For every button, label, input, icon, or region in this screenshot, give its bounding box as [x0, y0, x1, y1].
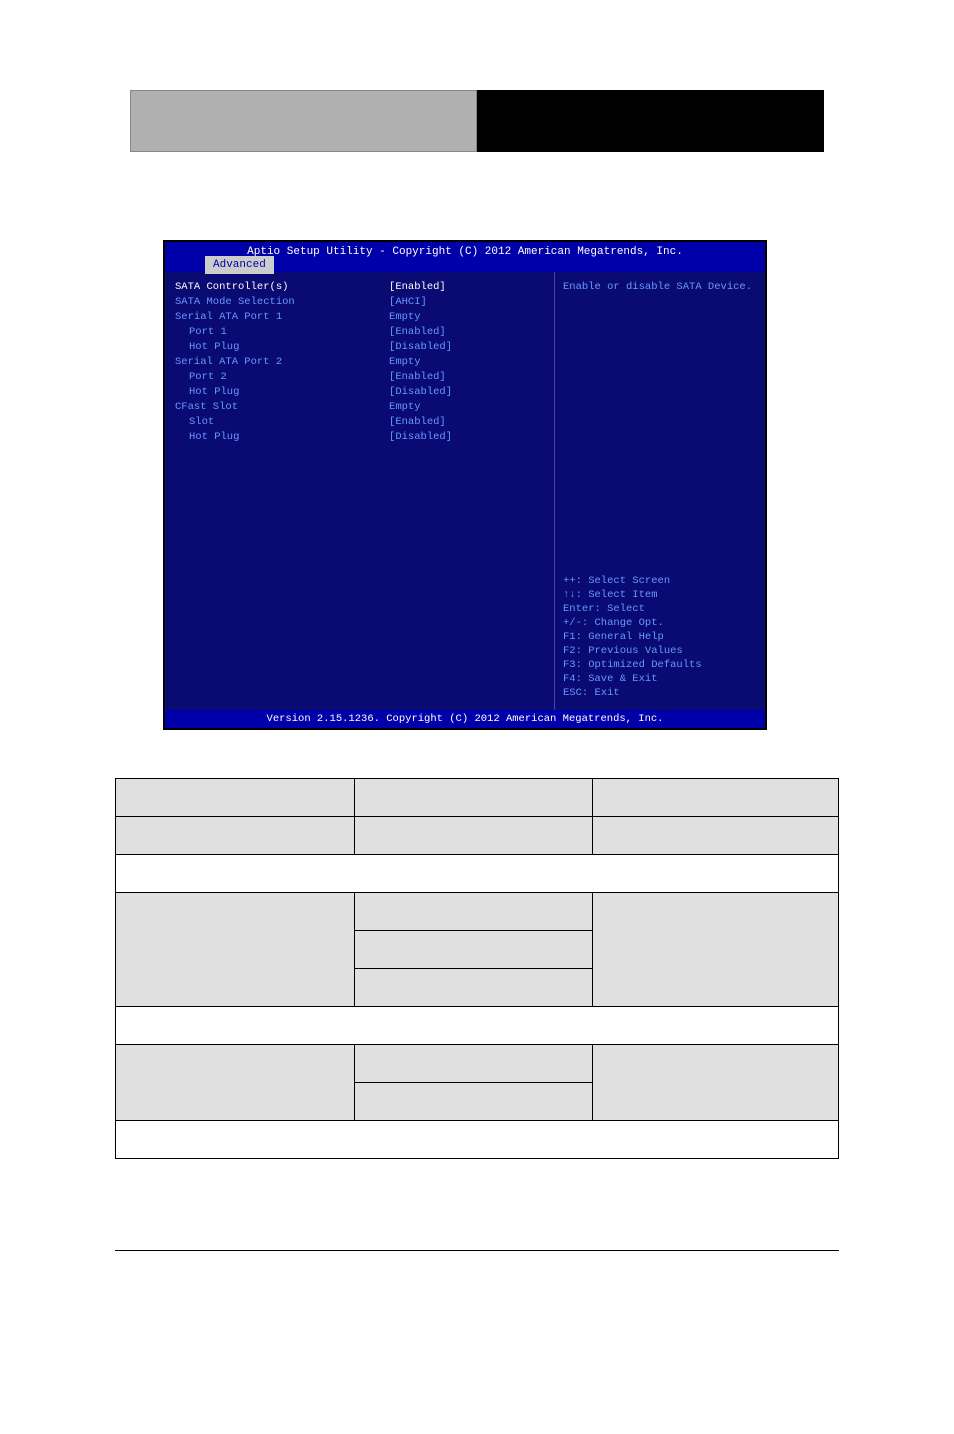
key-hint: ↑↓: Select Item	[563, 588, 757, 602]
setting-sata-port1: Serial ATA Port 1 Empty	[175, 310, 544, 325]
key-hint: Enter: Select	[563, 602, 757, 616]
table-row	[116, 855, 839, 893]
key-hint: F4: Save & Exit	[563, 672, 757, 686]
bios-body: SATA Controller(s) [Enabled] SATA Mode S…	[165, 272, 765, 710]
setting-label: Serial ATA Port 2	[175, 355, 389, 370]
setting-value: [Enabled]	[389, 325, 544, 340]
setting-value: Empty	[389, 310, 544, 325]
bios-footer: Version 2.15.1236. Copyright (C) 2012 Am…	[165, 710, 765, 728]
setting-sata-mode[interactable]: SATA Mode Selection [AHCI]	[175, 295, 544, 310]
table-row	[116, 1045, 839, 1083]
setting-sata-controllers[interactable]: SATA Controller(s) [Enabled]	[175, 280, 544, 295]
table-cell	[354, 779, 593, 817]
table-cell	[116, 1007, 839, 1045]
key-hint: ++: Select Screen	[563, 574, 757, 588]
setting-hotplug1[interactable]: Hot Plug [Disabled]	[175, 340, 544, 355]
setting-label: Port 1	[175, 325, 389, 340]
table-cell	[116, 1121, 839, 1159]
bios-tab-advanced[interactable]: Advanced	[205, 256, 274, 274]
table-row	[116, 1121, 839, 1159]
key-hint: F2: Previous Values	[563, 644, 757, 658]
table-cell	[593, 1045, 839, 1121]
setting-slot[interactable]: Slot [Enabled]	[175, 415, 544, 430]
table-row	[116, 893, 839, 931]
setting-label: CFast Slot	[175, 400, 389, 415]
setting-value: [Enabled]	[389, 415, 544, 430]
table-cell	[116, 855, 839, 893]
table-cell	[593, 817, 839, 855]
table-cell	[116, 779, 355, 817]
divider	[115, 1250, 839, 1251]
key-hint: F3: Optimized Defaults	[563, 658, 757, 672]
table-row	[116, 817, 839, 855]
header-right	[477, 90, 824, 152]
table-cell	[593, 779, 839, 817]
setting-value: [Enabled]	[389, 280, 544, 295]
setting-value: [AHCI]	[389, 295, 544, 310]
setting-sata-port2: Serial ATA Port 2 Empty	[175, 355, 544, 370]
setting-label: SATA Controller(s)	[175, 280, 389, 295]
setting-label: Hot Plug	[175, 340, 389, 355]
setting-value: Empty	[389, 355, 544, 370]
setting-label: Hot Plug	[175, 430, 389, 445]
key-hint: +/-: Change Opt.	[563, 616, 757, 630]
page-header	[130, 90, 824, 152]
table-cell	[354, 931, 593, 969]
setting-value: [Disabled]	[389, 385, 544, 400]
table-cell	[354, 1045, 593, 1083]
setting-value: Empty	[389, 400, 544, 415]
setting-label: Port 2	[175, 370, 389, 385]
setting-hotplug2[interactable]: Hot Plug [Disabled]	[175, 385, 544, 400]
table-cell	[354, 969, 593, 1007]
table-cell	[116, 893, 355, 1007]
setting-label: Serial ATA Port 1	[175, 310, 389, 325]
bios-help-panel: Enable or disable SATA Device. ++: Selec…	[555, 272, 765, 710]
table-cell	[116, 1045, 355, 1121]
setting-port2[interactable]: Port 2 [Enabled]	[175, 370, 544, 385]
table-cell	[354, 817, 593, 855]
header-left	[130, 90, 477, 152]
table-cell	[593, 893, 839, 1007]
setting-value: [Disabled]	[389, 430, 544, 445]
setting-port1[interactable]: Port 1 [Enabled]	[175, 325, 544, 340]
setting-hotplug3[interactable]: Hot Plug [Disabled]	[175, 430, 544, 445]
table-row	[116, 1007, 839, 1045]
bios-title-bar: Aptio Setup Utility - Copyright (C) 2012…	[165, 242, 765, 272]
setting-label: SATA Mode Selection	[175, 295, 389, 310]
setting-label: Slot	[175, 415, 389, 430]
table-cell	[116, 817, 355, 855]
table-cell	[354, 1083, 593, 1121]
bios-setup-screen: Aptio Setup Utility - Copyright (C) 2012…	[163, 240, 767, 730]
table-row	[116, 779, 839, 817]
setting-value: [Enabled]	[389, 370, 544, 385]
setting-cfast-slot: CFast Slot Empty	[175, 400, 544, 415]
table-cell	[354, 893, 593, 931]
setting-label: Hot Plug	[175, 385, 389, 400]
bios-settings-panel: SATA Controller(s) [Enabled] SATA Mode S…	[165, 272, 555, 710]
spec-table	[115, 778, 839, 1159]
bios-key-legend: ++: Select Screen ↑↓: Select Item Enter:…	[563, 574, 757, 700]
key-hint: ESC: Exit	[563, 686, 757, 700]
setting-value: [Disabled]	[389, 340, 544, 355]
key-hint: F1: General Help	[563, 630, 757, 644]
help-text: Enable or disable SATA Device.	[563, 280, 757, 294]
